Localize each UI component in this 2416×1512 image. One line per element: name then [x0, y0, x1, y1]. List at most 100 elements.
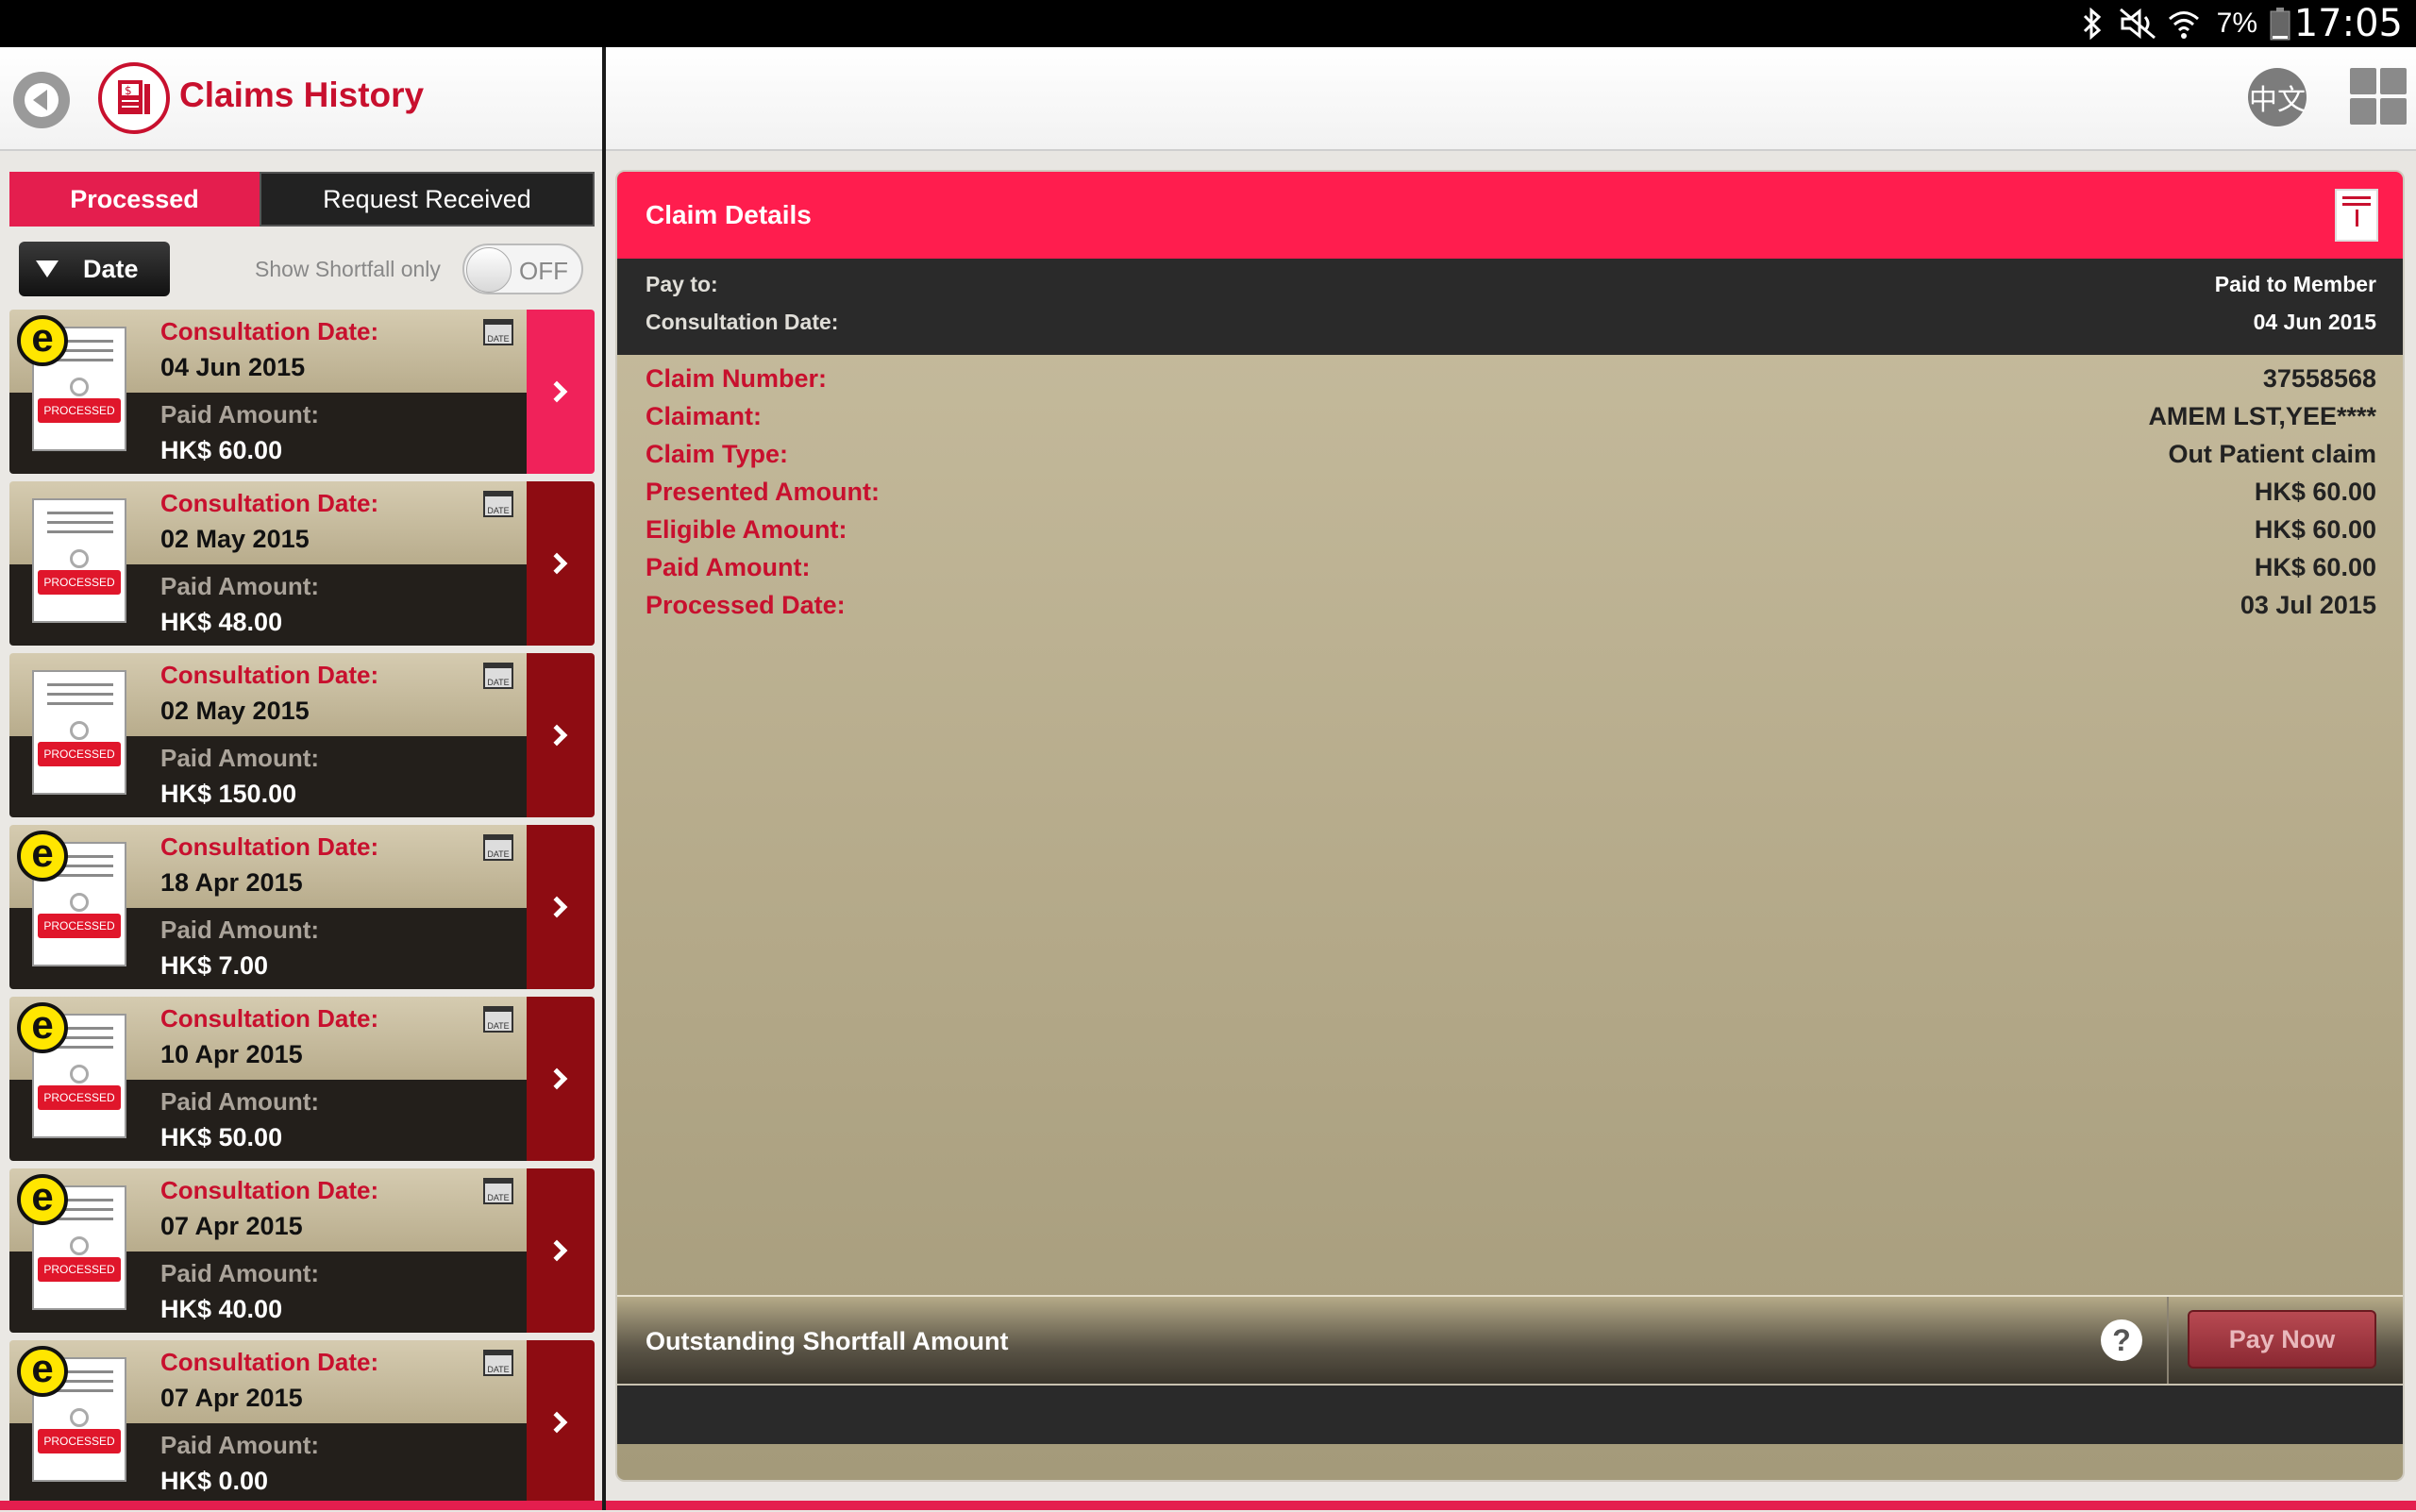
claim-details-panel: Claim Details Pay to: Paid to Member Con… [615, 170, 2405, 1482]
tab-request-received[interactable]: Request Received [260, 172, 595, 227]
consultation-date-label: Consultation Date: [160, 832, 379, 861]
paid-amount-label: Paid Amount: [160, 1259, 320, 1287]
e-claim-icon: e [17, 831, 68, 882]
paid-amount-label: Paid Amount: [160, 744, 320, 772]
paid-amount: HK$ 0.00 [160, 1467, 269, 1495]
chevron-right-icon [545, 1067, 568, 1090]
paid-amount-label: Paid Amount: [160, 1087, 320, 1116]
claim-info-rows: Claim Number: 37558568 Claimant: AMEM LST,… [617, 361, 2403, 625]
calendar-icon: DATE [483, 319, 513, 345]
document-icon[interactable] [2335, 189, 2378, 242]
sort-down-icon [36, 260, 59, 277]
processed-stamp: PROCESSED [38, 742, 121, 766]
calendar-icon: DATE [483, 834, 513, 861]
info-value: AMEM LST,YEE**** [2148, 402, 2376, 430]
battery-percent: 7% [2216, 8, 2257, 39]
open-claim-button[interactable] [527, 653, 595, 817]
consultation-date: 07 Apr 2015 [160, 1212, 303, 1240]
info-row: Presented Amount: HK$ 60.00 [617, 474, 2403, 512]
open-claim-button[interactable] [527, 997, 595, 1161]
consultation-date: 02 May 2015 [160, 525, 310, 553]
right-header: 中文 [606, 47, 2416, 151]
pay-to-value: Paid to Member [2214, 272, 2376, 296]
back-button[interactable] [13, 72, 70, 128]
processed-stamp: PROCESSED [38, 570, 121, 595]
toggle-state: OFF [519, 257, 568, 285]
svg-text:$: $ [125, 84, 132, 97]
pay-now-button[interactable]: Pay Now [2188, 1310, 2376, 1369]
chevron-right-icon [545, 1239, 568, 1262]
status-tabs: Processed Request Received [9, 172, 595, 227]
left-bottom-accent [0, 1501, 602, 1510]
processed-stamp: PROCESSED [38, 1085, 121, 1110]
claim-list-item[interactable]: PROCESSED e DATE Consultation Date: 10 A… [9, 997, 595, 1161]
consultation-date-label: Consultation Date: [160, 489, 379, 517]
help-icon[interactable]: ? [2101, 1319, 2142, 1361]
paid-amount-label: Paid Amount: [160, 916, 320, 944]
consultation-date-label: Consultation Date: [160, 1348, 379, 1376]
battery-icon [2269, 0, 2291, 47]
mute-icon [2119, 0, 2156, 47]
open-claim-button[interactable] [527, 1168, 595, 1333]
claim-list-item[interactable]: PROCESSED DATE Consultation Date: 02 May… [9, 481, 595, 646]
info-label: Claimant: [646, 402, 763, 430]
consultation-date-label: Consultation Date: [160, 317, 379, 345]
consultation-date: 18 Apr 2015 [160, 868, 303, 897]
grid-menu-icon[interactable] [2350, 68, 2408, 126]
open-claim-button[interactable] [527, 825, 595, 989]
consultation-date: 04 Jun 2015 [160, 353, 306, 381]
info-row: Claim Type: Out Patient claim [617, 436, 2403, 474]
consultation-date-label: Consultation Date: [160, 1004, 379, 1033]
back-arrow-icon [25, 83, 59, 117]
shortfall-value-bar [617, 1384, 2403, 1444]
info-row: Paid Amount: HK$ 60.00 [617, 549, 2403, 587]
paid-amount: HK$ 50.00 [160, 1123, 283, 1151]
consultation-date-value: 04 Jun 2015 [2253, 310, 2376, 334]
claim-list-item[interactable]: PROCESSED e DATE Consultation Date: 07 A… [9, 1168, 595, 1333]
info-row: Claimant: AMEM LST,YEE**** [617, 398, 2403, 436]
calendar-icon: DATE [483, 1350, 513, 1376]
details-title: Claim Details [646, 200, 812, 229]
paid-amount: HK$ 40.00 [160, 1295, 283, 1323]
panel-divider [602, 47, 606, 1510]
claim-list-item[interactable]: PROCESSED e DATE Consultation Date: 18 A… [9, 825, 595, 989]
info-label: Eligible Amount: [646, 515, 847, 544]
page-title: Claims History [179, 76, 425, 114]
outstanding-shortfall-bar: Outstanding Shortfall Amount ? Pay Now [617, 1295, 2403, 1386]
shortfall-toggle[interactable]: OFF [462, 244, 583, 294]
claim-list-item[interactable]: PROCESSED e DATE Consultation Date: 04 J… [9, 310, 595, 474]
date-sort-button[interactable]: Date [19, 242, 170, 296]
open-claim-button[interactable] [527, 481, 595, 646]
details-header: Claim Details [617, 172, 2403, 259]
claim-list-item[interactable]: PROCESSED e DATE Consultation Date: 07 A… [9, 1340, 595, 1504]
clock: 17:05 [2293, 2, 2403, 45]
tab-processed[interactable]: Processed [9, 172, 260, 227]
chevron-right-icon [545, 552, 568, 575]
calendar-icon: DATE [483, 491, 513, 517]
consultation-date-label: Consultation Date: [646, 310, 839, 334]
language-toggle-button[interactable]: 中文 [2248, 68, 2307, 126]
processed-stamp: PROCESSED [38, 1257, 121, 1282]
info-value: 03 Jul 2015 [2240, 591, 2376, 619]
chevron-right-icon [545, 1411, 568, 1434]
processed-document-icon: PROCESSED [32, 670, 126, 795]
claims-logo-icon: $ [98, 62, 170, 134]
open-claim-button[interactable] [527, 1340, 595, 1504]
info-label: Claim Number: [646, 364, 828, 393]
toggle-knob [466, 247, 512, 293]
right-bottom-accent [606, 1501, 2416, 1510]
open-claim-button[interactable] [527, 310, 595, 474]
info-value: HK$ 60.00 [2254, 515, 2376, 544]
info-row: Eligible Amount: HK$ 60.00 [617, 512, 2403, 549]
pay-to-section: Pay to: Paid to Member Consultation Date… [617, 259, 2403, 355]
claim-list-item[interactable]: PROCESSED DATE Consultation Date: 02 May… [9, 653, 595, 817]
paid-amount: HK$ 150.00 [160, 780, 297, 808]
consultation-date-label: Consultation Date: [160, 661, 379, 689]
processed-stamp: PROCESSED [38, 914, 121, 938]
sort-label: Date [83, 254, 139, 283]
paid-amount: HK$ 48.00 [160, 608, 283, 636]
left-header: $ Claims History [0, 47, 602, 151]
chevron-right-icon [545, 380, 568, 403]
calendar-icon: DATE [483, 1006, 513, 1033]
processed-stamp: PROCESSED [38, 398, 121, 423]
